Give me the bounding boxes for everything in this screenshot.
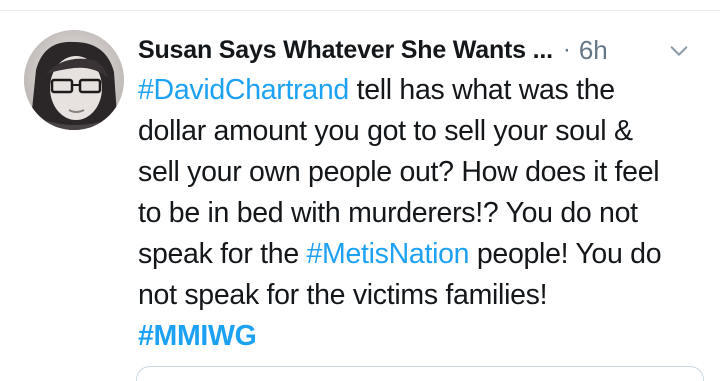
tweet-line: #DavidChartrand tell has what was the [138,70,708,111]
tweet-timestamp[interactable]: 6h [579,35,608,66]
tweet-line: #MMIWG [138,316,708,357]
author-name[interactable]: Susan Says Whatever She Wants ... [138,36,553,65]
tweet-line: sell your own people out? How does it fe… [138,152,708,193]
top-divider [0,10,720,11]
tweet-text: #DavidChartrand tell has what was the dol… [138,70,708,357]
avatar[interactable] [24,30,124,130]
tweet-header: Susan Says Whatever She Wants ... · 6h [138,30,708,70]
tweet-line: dollar amount you got to sell your soul … [138,111,708,152]
tweet-text-segment: speak for the [138,238,307,270]
tweet-line: to be in bed with murderers!? You do not [138,193,708,234]
hashtag-link[interactable]: #DavidChartrand [138,74,349,106]
hashtag-link[interactable]: #MMIWG [138,320,257,352]
tweet-text-segment: sell your own people out? How does it fe… [138,156,660,188]
tweet-view: Susan Says Whatever She Wants ... · 6h #… [0,0,720,381]
chevron-down-icon[interactable] [668,40,690,62]
tweet-text-segment: tell has what was the [348,74,616,106]
tweet-text-segment: not speak for the victims families! [138,279,548,311]
tweet-text-segment: people! You do [469,238,662,270]
avatar-photo [24,30,124,130]
header-separator: · [562,36,571,63]
tweet-line: speak for the #MetisNation people! You d… [138,234,708,275]
hashtag-link[interactable]: #MetisNation [306,238,469,270]
tweet-text-segment: dollar amount you got to sell your soul … [138,115,633,147]
tweet-line: not speak for the victims families! [138,275,708,316]
tweet-text-segment: to be in bed with murderers!? You do not [138,197,638,229]
quoted-card-edge[interactable] [136,366,704,381]
